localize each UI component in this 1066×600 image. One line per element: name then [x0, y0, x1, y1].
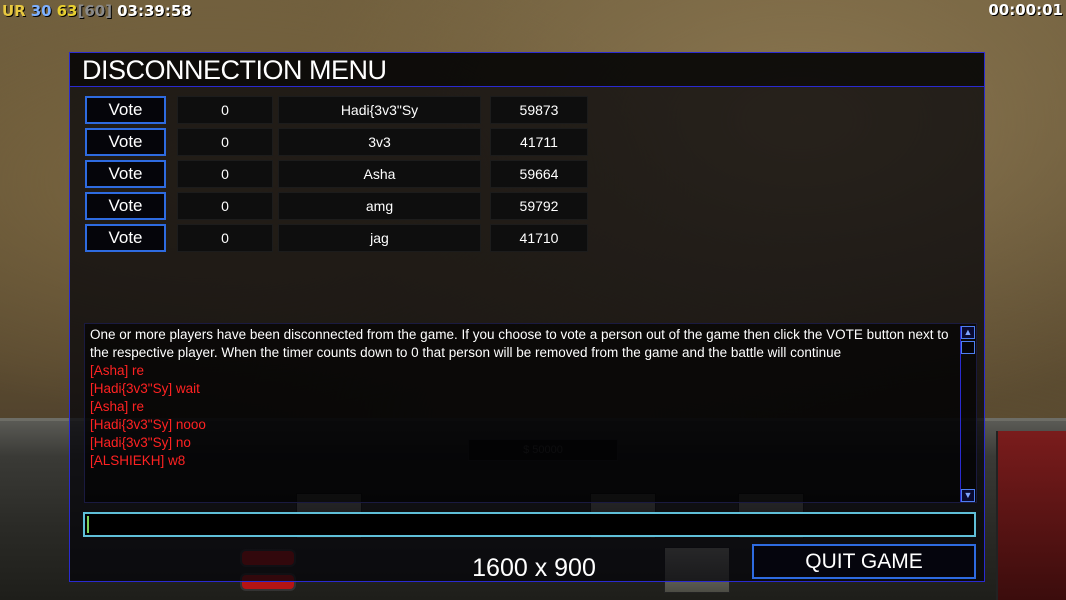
resolution-label: 1600 x 900 — [472, 554, 596, 582]
player-name: 3v3 — [278, 128, 481, 156]
player-id: 59664 — [490, 160, 588, 188]
chat-message: [Asha] re — [90, 363, 145, 378]
scroll-up-arrow-icon[interactable]: ▲ — [961, 326, 975, 339]
ur-label: UR — [2, 2, 26, 20]
quit-game-button[interactable]: QUIT GAME — [752, 544, 976, 579]
player-id: 41710 — [490, 224, 588, 252]
disconnection-dialog: DISCONNECTION MENU Vote 0 Hadi{3v3"Sy 59… — [69, 52, 985, 582]
player-id: 59792 — [490, 192, 588, 220]
ur-value: 30 — [30, 2, 52, 20]
player-timer: 0 — [177, 128, 273, 156]
chat-message: [Hadi{3v3"Sy] wait — [90, 381, 200, 396]
player-id: 59873 — [490, 96, 588, 124]
side-panel — [996, 431, 1066, 600]
player-name: jag — [278, 224, 481, 252]
player-name: Hadi{3v3"Sy — [278, 96, 481, 124]
player-timer: 0 — [177, 96, 273, 124]
chat-input[interactable] — [83, 512, 976, 537]
disconnect-notice: One or more players have been disconnect… — [90, 327, 949, 360]
vote-button[interactable]: Vote — [85, 224, 166, 252]
vote-button[interactable]: Vote — [85, 128, 166, 156]
fps-cap: [60] — [77, 2, 113, 20]
game-timer: 00:00:01 — [988, 1, 1063, 19]
chat-message: [Asha] re — [90, 399, 145, 414]
scroll-down-arrow-icon[interactable]: ▼ — [961, 489, 975, 502]
vote-button[interactable]: Vote — [85, 96, 166, 124]
clock: 03:39:58 — [117, 2, 192, 20]
player-name: Asha — [278, 160, 481, 188]
player-timer: 0 — [177, 192, 273, 220]
player-timer: 0 — [177, 224, 273, 252]
chat-log[interactable]: One or more players have been disconnect… — [84, 323, 977, 503]
chat-lines: One or more players have been disconnect… — [90, 326, 956, 470]
input-caret — [87, 516, 89, 533]
player-name: amg — [278, 192, 481, 220]
fps-current: 63 — [56, 2, 78, 20]
scroll-thumb[interactable] — [961, 341, 975, 354]
chat-message: [Hadi{3v3"Sy] nooo — [90, 417, 206, 432]
player-timer: 0 — [177, 160, 273, 188]
chat-scrollbar[interactable]: ▲ ▼ — [960, 326, 975, 502]
chat-message: [ALSHIEKH] w8 — [90, 453, 186, 468]
dialog-header: DISCONNECTION MENU — [70, 53, 984, 87]
player-id: 41711 — [490, 128, 588, 156]
chat-message: [Hadi{3v3"Sy] no — [90, 435, 191, 450]
dialog-title: DISCONNECTION MENU — [82, 55, 387, 85]
vote-button[interactable]: Vote — [85, 192, 166, 220]
fps-value: 63[60] — [57, 2, 112, 20]
hud-stats: UR 30 63[60] 03:39:58 — [2, 1, 192, 21]
vote-button[interactable]: Vote — [85, 160, 166, 188]
